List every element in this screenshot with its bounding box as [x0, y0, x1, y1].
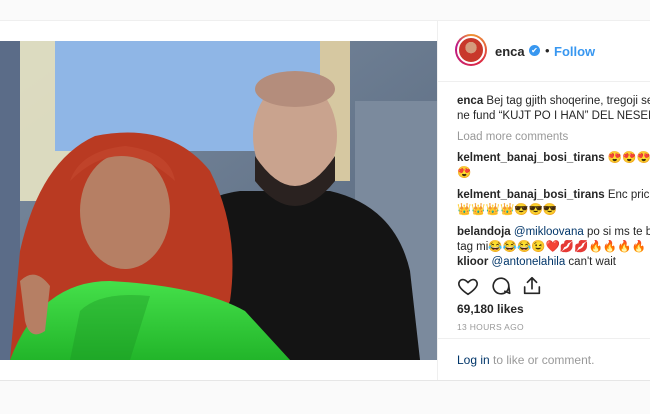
caption: enca Bej tag gjith shoqerine, tregoji se… — [457, 94, 650, 109]
caption-text: Bej tag gjith shoqerine, tregoji se ne — [486, 95, 650, 107]
action-bar — [457, 275, 637, 299]
comment-username[interactable]: kelment_banaj_bosi_tirans — [457, 152, 605, 164]
post-sidebar: enca ✔ • Follow enca Bej tag gjith shoqe… — [437, 21, 650, 380]
login-text: Log in to like or comment. — [457, 353, 594, 367]
follow-button[interactable]: Follow — [554, 44, 595, 59]
separator-dot: • — [545, 43, 550, 58]
post-photo[interactable] — [0, 41, 437, 360]
comments-section: enca Bej tag gjith shoqerine, tregoji se… — [457, 94, 650, 270]
post-header: enca ✔ • Follow — [438, 21, 650, 82]
comment-username[interactable]: kelment_banaj_bosi_tirans — [457, 189, 605, 201]
load-more-comments-button[interactable]: Load more comments — [457, 130, 650, 145]
comment-continuation: 👑👑👑👑😎😎😎 — [457, 204, 558, 216]
login-prompt: Log in to like or comment. — [438, 338, 650, 381]
comment: klioor @antonelahila can't wait — [457, 255, 650, 270]
heart-icon[interactable] — [457, 275, 479, 297]
comment: belandoja @mikloovana po si ms te bej — [457, 225, 650, 240]
comment-icon[interactable] — [490, 275, 512, 297]
verified-badge-icon: ✔ — [529, 45, 540, 56]
avatar[interactable] — [457, 36, 485, 64]
comment-continuation: 😍 — [457, 167, 472, 179]
comment-username[interactable]: belandoja — [457, 226, 511, 238]
comment-text: 😍😍😍😍 — [607, 152, 650, 164]
username-link[interactable]: enca — [495, 44, 525, 59]
comment-mention[interactable]: @antonelahila — [492, 256, 566, 268]
caption-username[interactable]: enca — [457, 95, 483, 107]
comment: kelment_banaj_bosi_tirans Enc pricnsha — [457, 188, 650, 203]
comment: kelment_banaj_bosi_tirans 😍😍😍😍 — [457, 151, 650, 166]
caption-line-2: ne fund “KUJT PO I HAN” DEL NESEEEEEE — [457, 110, 650, 122]
post-timestamp[interactable]: 13 HOURS AGO — [457, 322, 524, 332]
login-suffix: to like or comment. — [489, 353, 595, 367]
comment-username[interactable]: klioor — [457, 256, 488, 268]
photo-image — [0, 41, 437, 360]
story-ring[interactable] — [455, 34, 487, 66]
share-icon[interactable] — [521, 275, 543, 297]
comment-mention[interactable]: @mikloovana — [514, 226, 584, 238]
comment-text: po si ms te bej — [586, 226, 650, 238]
comment-text: can't wait — [568, 256, 616, 268]
comment-continuation: tag mi😂😂😂😉❤️💋💋🔥🔥🔥🔥 — [457, 241, 646, 253]
likes-count[interactable]: 69,180 likes — [457, 302, 524, 316]
comment-text: Enc pricnsha — [607, 189, 650, 201]
login-link[interactable]: Log in — [457, 353, 490, 367]
